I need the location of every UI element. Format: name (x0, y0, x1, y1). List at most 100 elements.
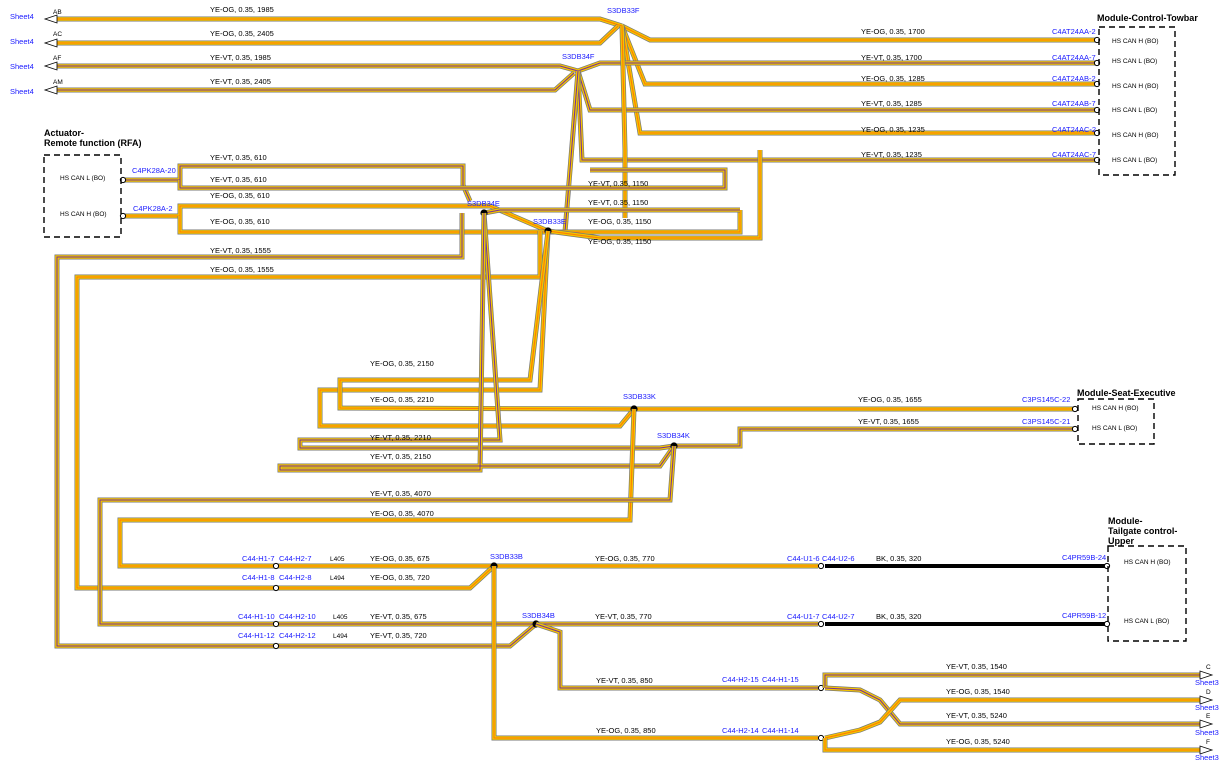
pin-am: AM (53, 79, 63, 86)
wire-ye-og (547, 150, 763, 241)
wiring-diagram: Module-Control-Towbar Actuator- Remote f… (10, 5, 1219, 762)
conn-h1-8: C44-H1-8 (242, 573, 275, 582)
pin-f: F (1206, 739, 1210, 746)
wire-label: YE-VT, 0.35, 610 (210, 175, 267, 184)
towbar-pin-2: HS CAN L (BO) (1112, 58, 1157, 65)
circuit-l405-b: L405 (333, 614, 348, 621)
module-tailgate-title-3: Upper (1108, 536, 1135, 546)
wire-label: YE-VT, 0.35, 610 (210, 153, 267, 162)
wire-label: YE-VT, 0.35, 2210 (370, 433, 431, 442)
wire-ye-vt-tracer (279, 212, 675, 471)
wire-label: BK, 0.35, 320 (876, 554, 921, 563)
towbar-conn-2: C4AT24AA-7 (1052, 53, 1096, 62)
conn-h1-12: C44-H1-12 (238, 631, 275, 640)
wire-ye-og (57, 24, 620, 46)
offsheet-arrow (43, 38, 58, 48)
wire-ye-vt-core (98, 445, 676, 626)
wire-ye-vt-tracer (57, 72, 575, 91)
offsheet-arrow (1199, 719, 1214, 729)
wire-ye-og-tracer (319, 230, 635, 427)
sheet-ref-f[interactable]: Sheet3 (1195, 753, 1219, 762)
conn-h2-15: C44-H2-15 (722, 675, 759, 684)
splice-s3db34b: S3DB34B (522, 611, 555, 620)
wire-label: YE-OG, 0.35, 2405 (210, 29, 274, 38)
towbar-conn-5: C4AT24AC-2 (1052, 125, 1096, 134)
wire-label: YE-OG, 0.35, 1700 (861, 27, 925, 36)
pin-d: D (1206, 689, 1211, 696)
sheet-ref-c[interactable]: Sheet3 (1195, 678, 1219, 687)
wire-label: YE-OG, 0.35, 675 (370, 554, 430, 563)
wire-ye-vt-core (674, 427, 1073, 448)
seat-pin-1: HS CAN H (BO) (1092, 405, 1139, 412)
wire-ye-og-core (318, 230, 636, 428)
towbar-pin-1: HS CAN H (BO) (1112, 38, 1159, 45)
wire-ye-vt-core (125, 164, 472, 202)
sheet-ref-e[interactable]: Sheet3 (1195, 728, 1219, 737)
wire-ye-og-core (57, 24, 620, 45)
wire-label: YE-VT, 0.35, 1150 (588, 179, 648, 188)
splice-s3db33b: S3DB33B (490, 552, 523, 561)
module-tailgate-title-2: Tailgate control- (1108, 526, 1177, 536)
wire-label: YE-OG, 0.35, 5240 (946, 737, 1010, 746)
tailgate-conn-2: C4PR59B-12 (1062, 611, 1106, 620)
pin-terminal (1103, 562, 1111, 570)
wire-label: YE-VT, 0.35, 1555 (210, 246, 271, 255)
module-tailgate-title-1: Module- (1108, 516, 1143, 526)
seat-conn-1: C3PS145C-22 (1022, 395, 1070, 404)
module-actuator-title-2: Remote function (RFA) (44, 138, 142, 148)
tailgate-pin-2: HS CAN L (BO) (1124, 618, 1169, 625)
pin-terminal (1071, 425, 1079, 433)
conn-h2-12: C44-H2-12 (279, 631, 316, 640)
wire-ye-vt (57, 71, 576, 93)
circuit-l494-a: L494 (330, 575, 345, 582)
wire-label: YE-OG, 0.35, 1150 (588, 237, 651, 246)
wire-label: YE-OG, 0.35, 1150 (588, 217, 651, 226)
module-towbar-title: Module-Control-Towbar (1097, 13, 1198, 23)
wire-label: YE-VT, 0.35, 1540 (946, 662, 1007, 671)
sheet-ref-af[interactable]: Sheet4 (10, 62, 34, 71)
module-seat-title: Module-Seat-Executive (1077, 388, 1176, 398)
splice-s3db34f: S3DB34F (562, 52, 595, 61)
wire-ye-og (619, 25, 1095, 87)
wire-label: YE-OG, 0.35, 1540 (946, 687, 1010, 696)
pin-c: C (1206, 664, 1211, 671)
wire-label: YE-VT, 0.35, 1655 (858, 417, 919, 426)
seat-conn-2: C3PS145C-21 (1022, 417, 1070, 426)
conn-u1-7: C44-U1-7 (787, 612, 820, 621)
splice-s3db33f: S3DB33F (607, 6, 640, 15)
sheet-ref-d[interactable]: Sheet3 (1195, 703, 1219, 712)
conn-h2-7: C44-H2-7 (279, 554, 312, 563)
conn-u2-6: C44-U2-6 (822, 554, 855, 563)
offsheet-arrow (43, 61, 58, 71)
sheet-ref-ab[interactable]: Sheet4 (10, 12, 34, 21)
towbar-pin-3: HS CAN H (BO) (1112, 83, 1159, 90)
wire-label: YE-VT, 0.35, 720 (370, 631, 427, 640)
wire-label: YE-OG, 0.35, 770 (595, 554, 655, 563)
wire-label: YE-VT, 0.35, 770 (595, 612, 652, 621)
wire-ye-og-tracer (493, 566, 818, 739)
wire-label: YE-OG, 0.35, 1555 (210, 265, 274, 274)
conn-h1-15: C44-H1-15 (762, 675, 799, 684)
wire-label: YE-OG, 0.35, 2150 (370, 359, 434, 368)
pin-ac: AC (53, 31, 62, 38)
pin-terminal (119, 212, 127, 220)
conn-h2-8: C44-H2-8 (279, 573, 312, 582)
towbar-conn-4: C4AT24AB-7 (1052, 99, 1096, 108)
pin-af: AF (53, 55, 61, 62)
wire-ye-og-tracer (57, 25, 619, 44)
conn-h1-10: C44-H1-10 (238, 612, 275, 621)
offsheet-arrow (43, 14, 58, 24)
wire-label: YE-VT, 0.35, 1235 (861, 150, 922, 159)
splice-s3db34k: S3DB34K (657, 431, 690, 440)
pin-terminal (272, 642, 280, 650)
wire-label: YE-VT, 0.35, 2150 (370, 452, 431, 461)
wire-ye-og-core (492, 566, 818, 740)
wire-ye-og-core (823, 738, 1200, 752)
conn-h2-10: C44-H2-10 (279, 612, 316, 621)
sheet-ref-am[interactable]: Sheet4 (10, 87, 34, 96)
wire-ye-vt-core (57, 71, 576, 92)
splice-s3db33e: S3DB33E (533, 217, 566, 226)
wire-ye-og-core (57, 17, 623, 28)
wire-label: YE-OG, 0.35, 1985 (210, 5, 274, 14)
sheet-ref-ac[interactable]: Sheet4 (10, 37, 34, 46)
